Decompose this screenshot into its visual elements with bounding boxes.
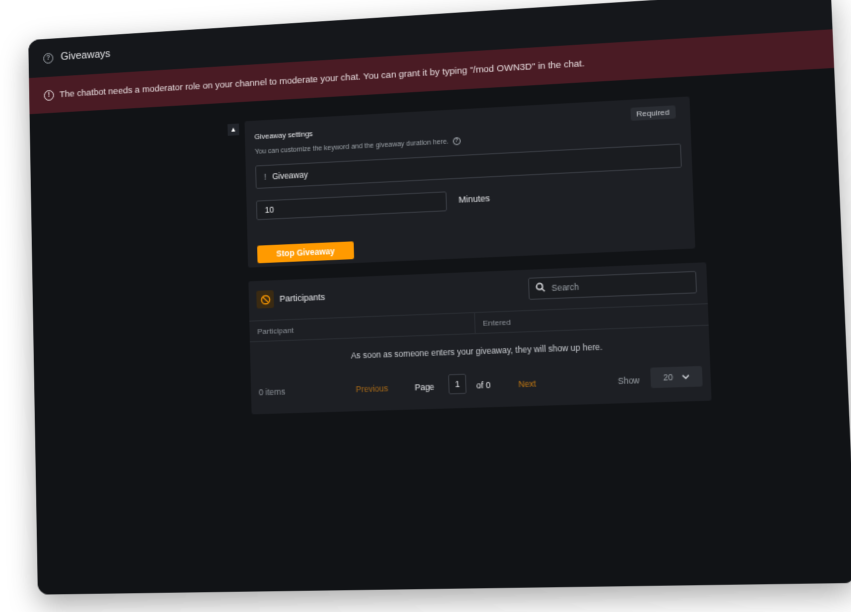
keyword-prefix: ! [263,171,267,182]
stop-giveaway-button[interactable]: Stop Giveaway [257,241,355,264]
participants-card: Participants Search Participant Entered … [248,262,712,415]
help-circle-icon[interactable]: ? [452,137,461,146]
main-content: ▲ Giveaway settings You can customize th… [29,67,851,595]
search-input[interactable]: Search [528,270,698,300]
stage: ? Giveaways ! The chatbot needs a modera… [0,0,851,612]
page-size-select[interactable]: 20 [650,365,703,389]
show-label: Show [617,375,640,387]
next-page-button[interactable]: Next [518,379,536,390]
giveaway-settings-card: Giveaway settings You can customize the … [244,96,696,268]
items-count: 0 items [258,386,286,398]
duration-input[interactable]: 10 [256,191,448,221]
previous-page-button[interactable]: Previous [356,383,389,394]
keyword-value: Giveaway [271,169,309,182]
window-title: Giveaways [60,48,111,63]
page-label: Page [414,381,435,393]
ban-icon [256,290,275,309]
pagination-bar: 0 items Previous Page 1 of 0 Next Show 2… [251,365,711,406]
settings-hint-text: You can customize the keyword and the gi… [254,138,449,156]
settings-hint: You can customize the keyword and the gi… [255,137,461,156]
participants-title: Participants [279,292,326,304]
duration-unit-label: Minutes [458,193,491,205]
search-icon [535,282,545,294]
caret-up-icon: ▲ [229,126,237,134]
settings-title: Giveaway settings [254,129,313,142]
page-number-input[interactable]: 1 [448,373,467,395]
search-placeholder: Search [551,281,579,293]
info-circle-icon: ! [43,89,55,101]
page-size-value: 20 [663,372,674,383]
required-badge: Required [629,105,676,121]
giveaways-window: ? Giveaways ! The chatbot needs a modera… [28,0,851,595]
page-total-label: of 0 [476,379,491,391]
help-circle-icon[interactable]: ? [43,52,54,64]
empty-state-message: As soon as someone enters your giveaway,… [350,341,603,361]
collapse-button[interactable]: ▲ [227,123,240,136]
chevron-down-icon [681,372,690,383]
